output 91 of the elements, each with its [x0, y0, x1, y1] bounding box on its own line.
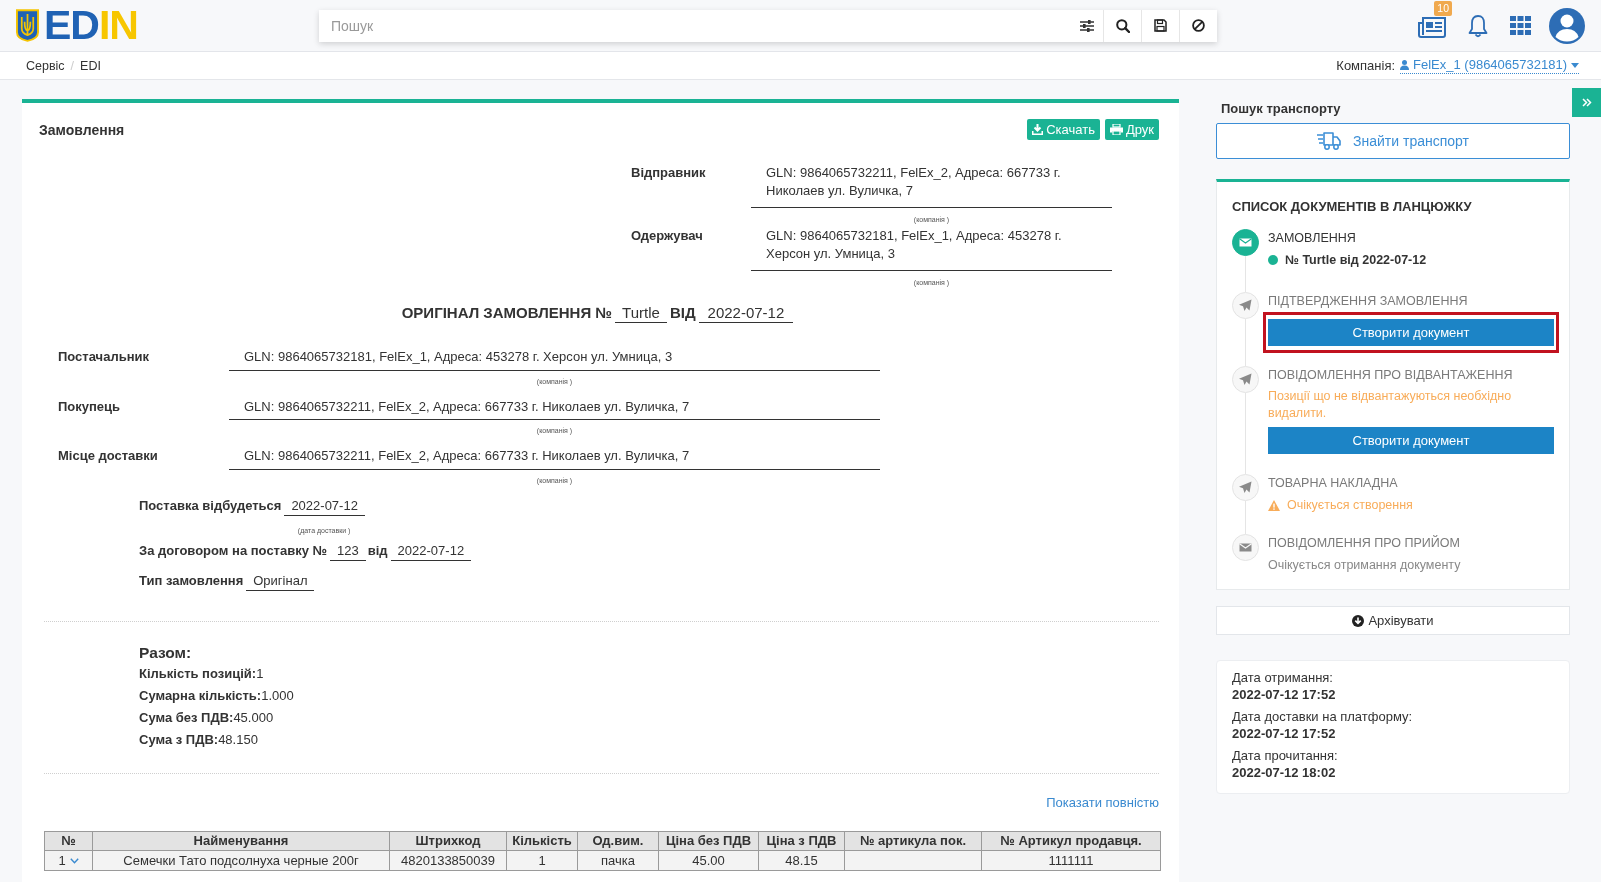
date-value: 2022-07-12 17:52 [1232, 725, 1336, 742]
total-line: Сумарна кількість:1.000 [139, 687, 294, 703]
printer-icon [1109, 124, 1123, 135]
step-title: ЗАМОВЛЕННЯ [1268, 230, 1356, 247]
step-title: ПОВІДОМЛЕННЯ ПРО ПРИЙОМ [1268, 534, 1460, 552]
grid-icon[interactable] [1510, 16, 1531, 35]
step-title: ПІДТВЕРДЖЕННЯ ЗАМОВЛЕННЯ [1268, 293, 1468, 310]
column-header: № [44, 831, 93, 850]
order-number-field: Turtle [615, 303, 667, 323]
warning-note: Позиції що не відвантажуються необхідно видалити. [1268, 388, 1513, 421]
avatar-icon[interactable] [1549, 7, 1585, 44]
delivery-date-field: 2022-07-12 [284, 496, 365, 516]
double-chevron-right-icon [1581, 98, 1592, 107]
create-document-button[interactable]: Створити документ [1268, 319, 1554, 346]
totals-title: Разом: [139, 642, 192, 663]
column-header: Кількість [506, 831, 578, 850]
ban-icon [1192, 19, 1205, 32]
column-header: Ціна без ПДВ [658, 831, 759, 850]
card-title: СПИСОК ДОКУМЕНТІВ В ЛАНЦЮЖКУ [1232, 199, 1472, 215]
save-button[interactable] [1141, 9, 1179, 42]
download-icon [1032, 124, 1044, 135]
truck-icon [1317, 132, 1342, 150]
field-label: Тип замовлення [139, 571, 244, 589]
search-icon [1115, 18, 1130, 33]
column-header: Од.вим. [577, 831, 659, 850]
date-label: Дата отримання: [1232, 670, 1333, 687]
order-date-field: 2022-07-12 [698, 303, 794, 323]
column-header: Ціна з ПДВ [758, 831, 845, 850]
field-label: Поставка відбудеться [139, 496, 282, 514]
caret-down-icon [1571, 62, 1579, 68]
field-label: Місце доставки [58, 447, 159, 465]
row-number: 1 [58, 852, 66, 868]
breadcrumb-link[interactable]: EDI [80, 58, 101, 73]
date-value: 2022-07-12 18:02 [1232, 764, 1336, 781]
archive-button[interactable]: Архівувати [1216, 606, 1570, 635]
date-label: Дата доставки на платформу: [1232, 709, 1413, 726]
contract-number-field: 123 [330, 541, 366, 561]
user-icon [1400, 60, 1410, 70]
bell-icon[interactable] [1468, 13, 1488, 38]
breadcrumb-link[interactable]: Сервіс [26, 58, 65, 73]
logo[interactable]: EDIN [44, 5, 138, 46]
document-reference[interactable]: № Turtle від 2022-07-12 [1285, 251, 1427, 269]
show-all-link[interactable]: Показати повністю [1046, 794, 1159, 810]
date-value: 2022-07-12 17:52 [1232, 686, 1336, 703]
field-label: Одержувач [631, 227, 704, 245]
field-label: За договором на поставку № [139, 541, 328, 559]
contract-date-field: 2022-07-12 [390, 541, 472, 561]
company-field: GLN: 9864065732211, FelEx_2, Адреса: 667733 г. Николаев ул. Вуличка, 7 [751, 164, 1112, 208]
company-field: GLN: 9864065732211, FelEx_2, Адреса: 667733 г. Николаев ул. Вуличка, 7 [229, 447, 880, 470]
circle-arrow-down-icon [1352, 614, 1365, 627]
create-document-button[interactable]: Створити документ [1268, 427, 1554, 454]
company-field: GLN: 9864065732181, FelEx_1, Адреса: 453278 г. Херсон ул. Умница, 3 [229, 348, 880, 371]
heading-label: ВІД [669, 304, 696, 321]
order-type-field: Оригінал [246, 571, 315, 591]
total-line: Кількість позицій:1 [139, 665, 264, 681]
field-label: Покупець [58, 397, 122, 416]
field-label: Відправник [631, 164, 707, 182]
column-header: № Артикул продавця. [981, 831, 1161, 850]
total-line: Сума без ПДВ:45.000 [139, 709, 274, 725]
search-field[interactable]: Пошук [319, 9, 1071, 42]
company-dropdown[interactable]: FelEx_1 (9864065732181) [1400, 57, 1579, 74]
status-note: Очікується отримання документу [1268, 557, 1461, 574]
status-dot [1268, 255, 1278, 265]
company-field: GLN: 9864065732211, FelEx_2, Адреса: 667733 г. Николаев ул. Вуличка, 7 [229, 397, 880, 420]
card-title: Замовлення [39, 121, 125, 138]
chevron-down-icon[interactable] [69, 858, 79, 865]
column-header: Найменування [92, 831, 390, 850]
notification-badge: 10 [1434, 0, 1452, 16]
trident-shield-icon [16, 9, 39, 42]
clear-button[interactable] [1179, 9, 1217, 42]
field-label: від [367, 541, 388, 559]
step-title: ПОВІДОМЛЕННЯ ПРО ВІДВАНТАЖЕННЯ [1268, 367, 1513, 384]
sliders-icon [1080, 19, 1094, 32]
status-text: Очікується створення [1287, 497, 1413, 514]
order-heading: ОРИГІНАЛ ЗАМОВЛЕННЯ № [401, 304, 613, 321]
column-header: № артикула пок. [844, 831, 982, 850]
date-label: Дата прочитання: [1232, 748, 1338, 765]
breadcrumb-separator: / [70, 58, 75, 73]
filter-button[interactable] [1071, 9, 1103, 42]
print-button[interactable]: Друк [1104, 119, 1159, 140]
download-button[interactable]: Скачать [1027, 119, 1100, 140]
total-line: Сума з ПДВ:48.150 [139, 731, 258, 747]
section-title: Пошук транспорту [1221, 101, 1341, 117]
company-label: Компанія: [1336, 58, 1396, 73]
company-field: GLN: 9864065732181, FelEx_1, Адреса: 453278 г. Херсон ул. Умница, 3 [751, 227, 1112, 271]
warning-icon [1268, 499, 1280, 511]
column-header: Штрихкод [389, 831, 507, 850]
search-button[interactable] [1103, 9, 1141, 42]
step-title: ТОВАРНА НАКЛАДНА [1268, 475, 1398, 492]
find-transport-button[interactable]: Знайти транспорт [1216, 123, 1570, 159]
field-label: Постачальник [58, 348, 150, 366]
